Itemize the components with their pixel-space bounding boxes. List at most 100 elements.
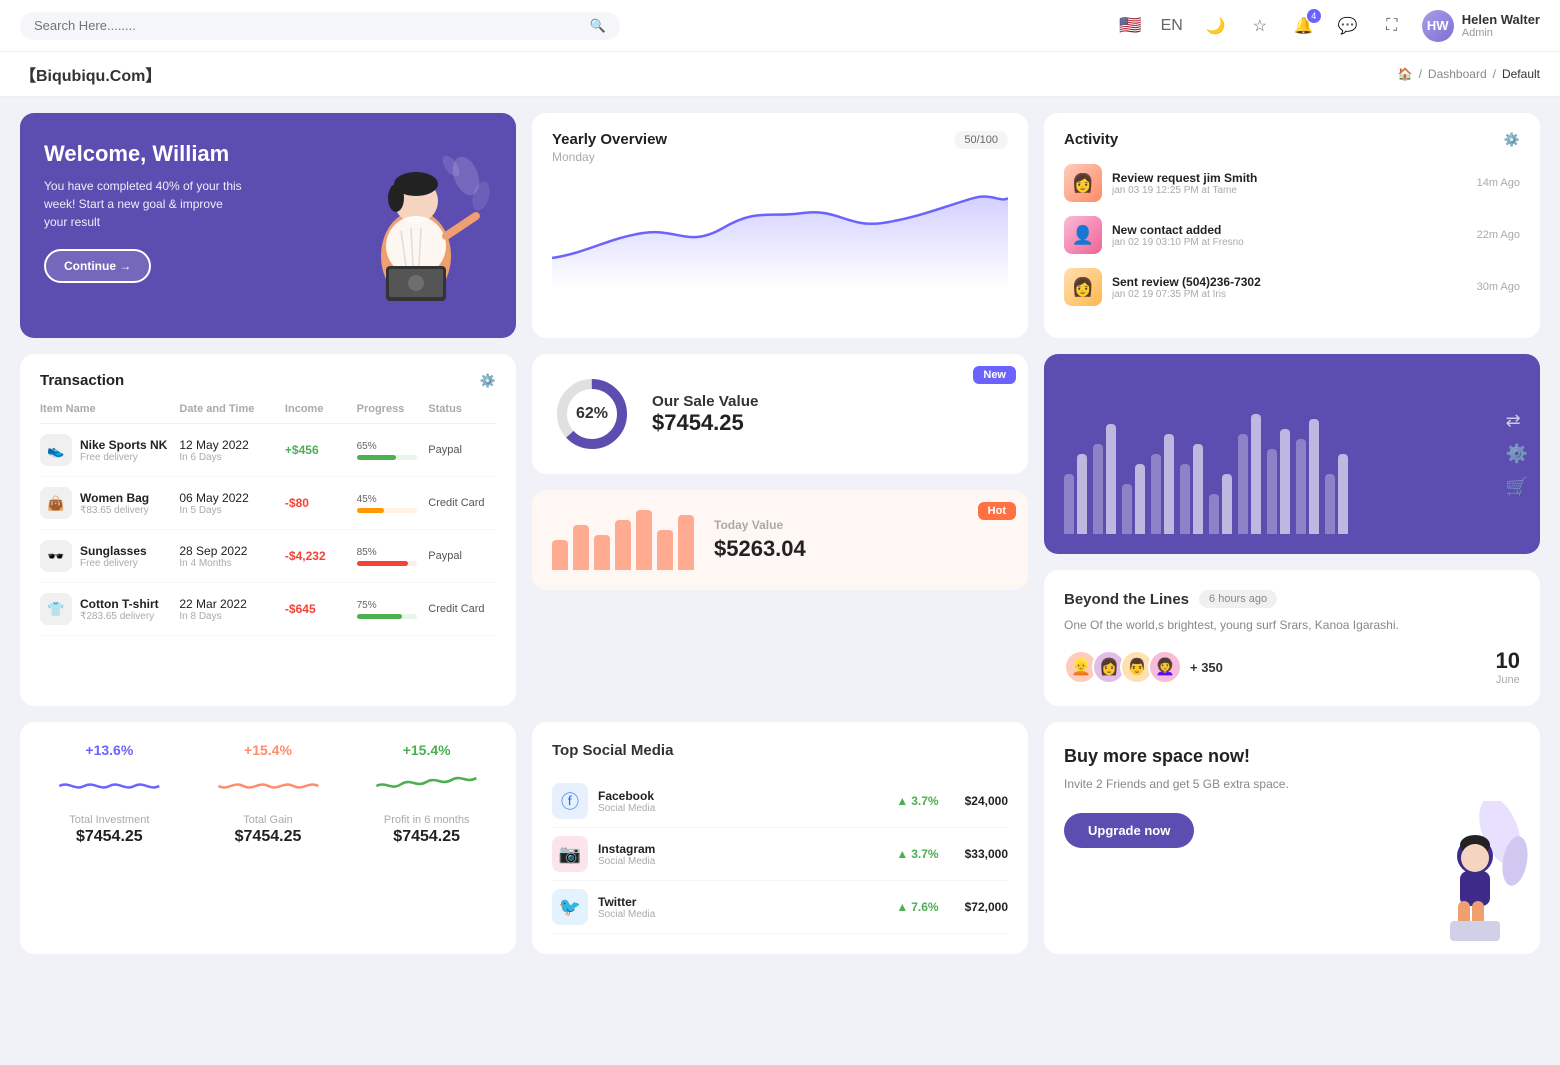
col-income: Income — [285, 403, 353, 415]
hot-badge: Hot — [978, 502, 1016, 520]
item-sub-3: Free delivery — [80, 558, 147, 569]
transaction-header: Transaction ⚙️ — [40, 372, 496, 389]
language-label[interactable]: EN — [1158, 12, 1186, 40]
breadcrumb-current: Default — [1502, 67, 1540, 81]
bar-pair-4 — [1151, 434, 1174, 534]
activity-detail-1: jan 03 19 12:25 PM at Tame — [1112, 185, 1467, 196]
date-badge: 10 June — [1496, 648, 1520, 686]
activity-info-1: Review request jim Smith jan 03 19 12:25… — [1112, 171, 1467, 196]
purple-bar-chart — [1064, 384, 1520, 534]
instagram-growth: ▲ 3.7% — [896, 847, 938, 861]
beyond-footer: 👱 👩 👨 👩‍🦱 + 350 10 June — [1064, 648, 1520, 686]
search-box[interactable]: 🔍 — [20, 12, 620, 40]
stat-value-3: $7454.25 — [393, 828, 460, 846]
brand-logo: 【Biqubiqu.Com】 — [20, 62, 161, 86]
twitter-icon: 🐦 — [552, 889, 588, 925]
bar-1 — [552, 540, 568, 570]
today-bar-chart — [552, 510, 694, 570]
dark-mode-toggle[interactable]: 🌙 — [1202, 12, 1230, 40]
transaction-card: Transaction ⚙️ Item Name Date and Time I… — [20, 354, 516, 706]
yearly-title: Yearly Overview — [552, 131, 667, 148]
activity-time-3: 30m Ago — [1477, 281, 1520, 293]
social-title: Top Social Media — [552, 742, 1008, 759]
activity-item-3: 👩 Sent review (504)236-7302 jan 02 19 07… — [1064, 268, 1520, 306]
bottom-row: +13.6% Total Investment $7454.25 +15.4% … — [0, 722, 1560, 970]
beyond-time: 6 hours ago — [1199, 590, 1277, 608]
avatar: HW — [1422, 10, 1454, 42]
item-sub-4: ₹283.65 delivery — [80, 611, 159, 622]
social-media-card: Top Social Media ⓕ Facebook Social Media… — [532, 722, 1028, 954]
date-sub-4: In 8 Days — [179, 611, 281, 622]
item-icon-4: 👕 — [40, 593, 72, 625]
right-column: ⇄ ⚙️ 🛒 Beyond the Lines 6 hours ago One … — [1044, 354, 1540, 706]
continue-button[interactable]: Continue → — [44, 249, 151, 283]
home-icon: 🏠 — [1398, 67, 1413, 81]
stat-percent-2: +15.4% — [244, 742, 292, 758]
sparkline-2 — [199, 766, 338, 806]
donut-chart: 62% — [552, 374, 632, 454]
item-name-3: Sunglasses — [80, 544, 147, 558]
date-sub-2: In 5 Days — [179, 505, 281, 516]
activity-detail-2: jan 02 19 03:10 PM at Fresno — [1112, 237, 1467, 248]
stat-percent-1: +13.6% — [85, 742, 133, 758]
activity-info-2: New contact added jan 02 19 03:10 PM at … — [1112, 223, 1467, 248]
beyond-header: Beyond the Lines 6 hours ago — [1064, 590, 1520, 608]
progress-label-3: 85% — [357, 547, 425, 558]
buy-description: Invite 2 Friends and get 5 GB extra spac… — [1064, 775, 1520, 793]
stat-investment: +13.6% Total Investment $7454.25 — [40, 742, 179, 934]
date-1: 12 May 2022 — [179, 438, 281, 452]
table-row: 👜 Women Bag₹83.65 delivery 06 May 2022In… — [40, 477, 496, 530]
income-2: -$80 — [285, 496, 353, 510]
date-number: 10 — [1496, 648, 1520, 674]
transaction-settings-icon[interactable]: ⚙️ — [480, 373, 496, 389]
stat-label-1: Total Investment — [69, 814, 149, 826]
status-2: Credit Card — [428, 497, 496, 509]
activity-name-2: New contact added — [1112, 223, 1467, 237]
item-icon-2: 👜 — [40, 487, 72, 519]
date-2: 06 May 2022 — [179, 491, 281, 505]
breadcrumb-dashboard[interactable]: Dashboard — [1428, 67, 1487, 81]
notification-icon[interactable]: 🔔 4 — [1290, 12, 1318, 40]
expand-icon[interactable]: ⛶ — [1378, 12, 1406, 40]
yearly-header: Yearly Overview Monday 50/100 — [552, 131, 1008, 164]
sale-label: Our Sale Value — [652, 393, 758, 410]
breadcrumb-separator: / — [1419, 67, 1422, 81]
stat-percent-3: +15.4% — [403, 742, 451, 758]
yearly-subtitle: Monday — [552, 150, 667, 164]
transaction-title: Transaction — [40, 372, 124, 389]
bookmark-icon[interactable]: ☆ — [1246, 12, 1274, 40]
upgrade-button[interactable]: Upgrade now — [1064, 813, 1194, 848]
twitter-amount: $72,000 — [965, 900, 1008, 914]
activity-avatar-2: 👤 — [1064, 216, 1102, 254]
item-info-3: 🕶️ SunglassesFree delivery — [40, 540, 175, 572]
activity-name-3: Sent review (504)236-7302 — [1112, 275, 1467, 289]
sparkline-3 — [357, 766, 496, 806]
social-item-instagram: 📷 Instagram Social Media ▲ 3.7% $33,000 — [552, 828, 1008, 881]
chart-cart-icon[interactable]: 🛒 — [1506, 477, 1528, 498]
message-icon[interactable]: 💬 — [1334, 12, 1362, 40]
item-info-2: 👜 Women Bag₹83.65 delivery — [40, 487, 175, 519]
sparkline-1 — [40, 766, 179, 806]
progress-label-2: 45% — [357, 494, 425, 505]
activity-title: Activity — [1064, 131, 1118, 148]
bar-2 — [573, 525, 589, 570]
beyond-title: Beyond the Lines — [1064, 591, 1189, 608]
buy-illustration — [1400, 801, 1540, 954]
chart-settings-icon[interactable]: ⚙️ — [1506, 444, 1528, 465]
activity-settings-icon[interactable]: ⚙️ — [1504, 132, 1520, 148]
welcome-description: You have completed 40% of your this week… — [44, 177, 244, 231]
item-icon-1: 👟 — [40, 434, 72, 466]
plus-count: + 350 — [1190, 660, 1223, 675]
chart-shuffle-icon[interactable]: ⇄ — [1506, 411, 1528, 432]
income-4: -$645 — [285, 602, 353, 616]
welcome-illustration — [316, 113, 516, 338]
sale-value-card: New 62% Our Sale Value $7454.25 — [532, 354, 1028, 474]
search-input[interactable] — [34, 18, 582, 33]
item-sub-2: ₹83.65 delivery — [80, 505, 149, 516]
notification-badge: 4 — [1307, 9, 1321, 23]
beyond-card: Beyond the Lines 6 hours ago One Of the … — [1044, 570, 1540, 706]
stat-profit: +15.4% Profit in 6 months $7454.25 — [357, 742, 496, 934]
bar-6 — [657, 530, 673, 570]
facebook-growth: ▲ 3.7% — [896, 794, 938, 808]
income-1: +$456 — [285, 443, 353, 457]
